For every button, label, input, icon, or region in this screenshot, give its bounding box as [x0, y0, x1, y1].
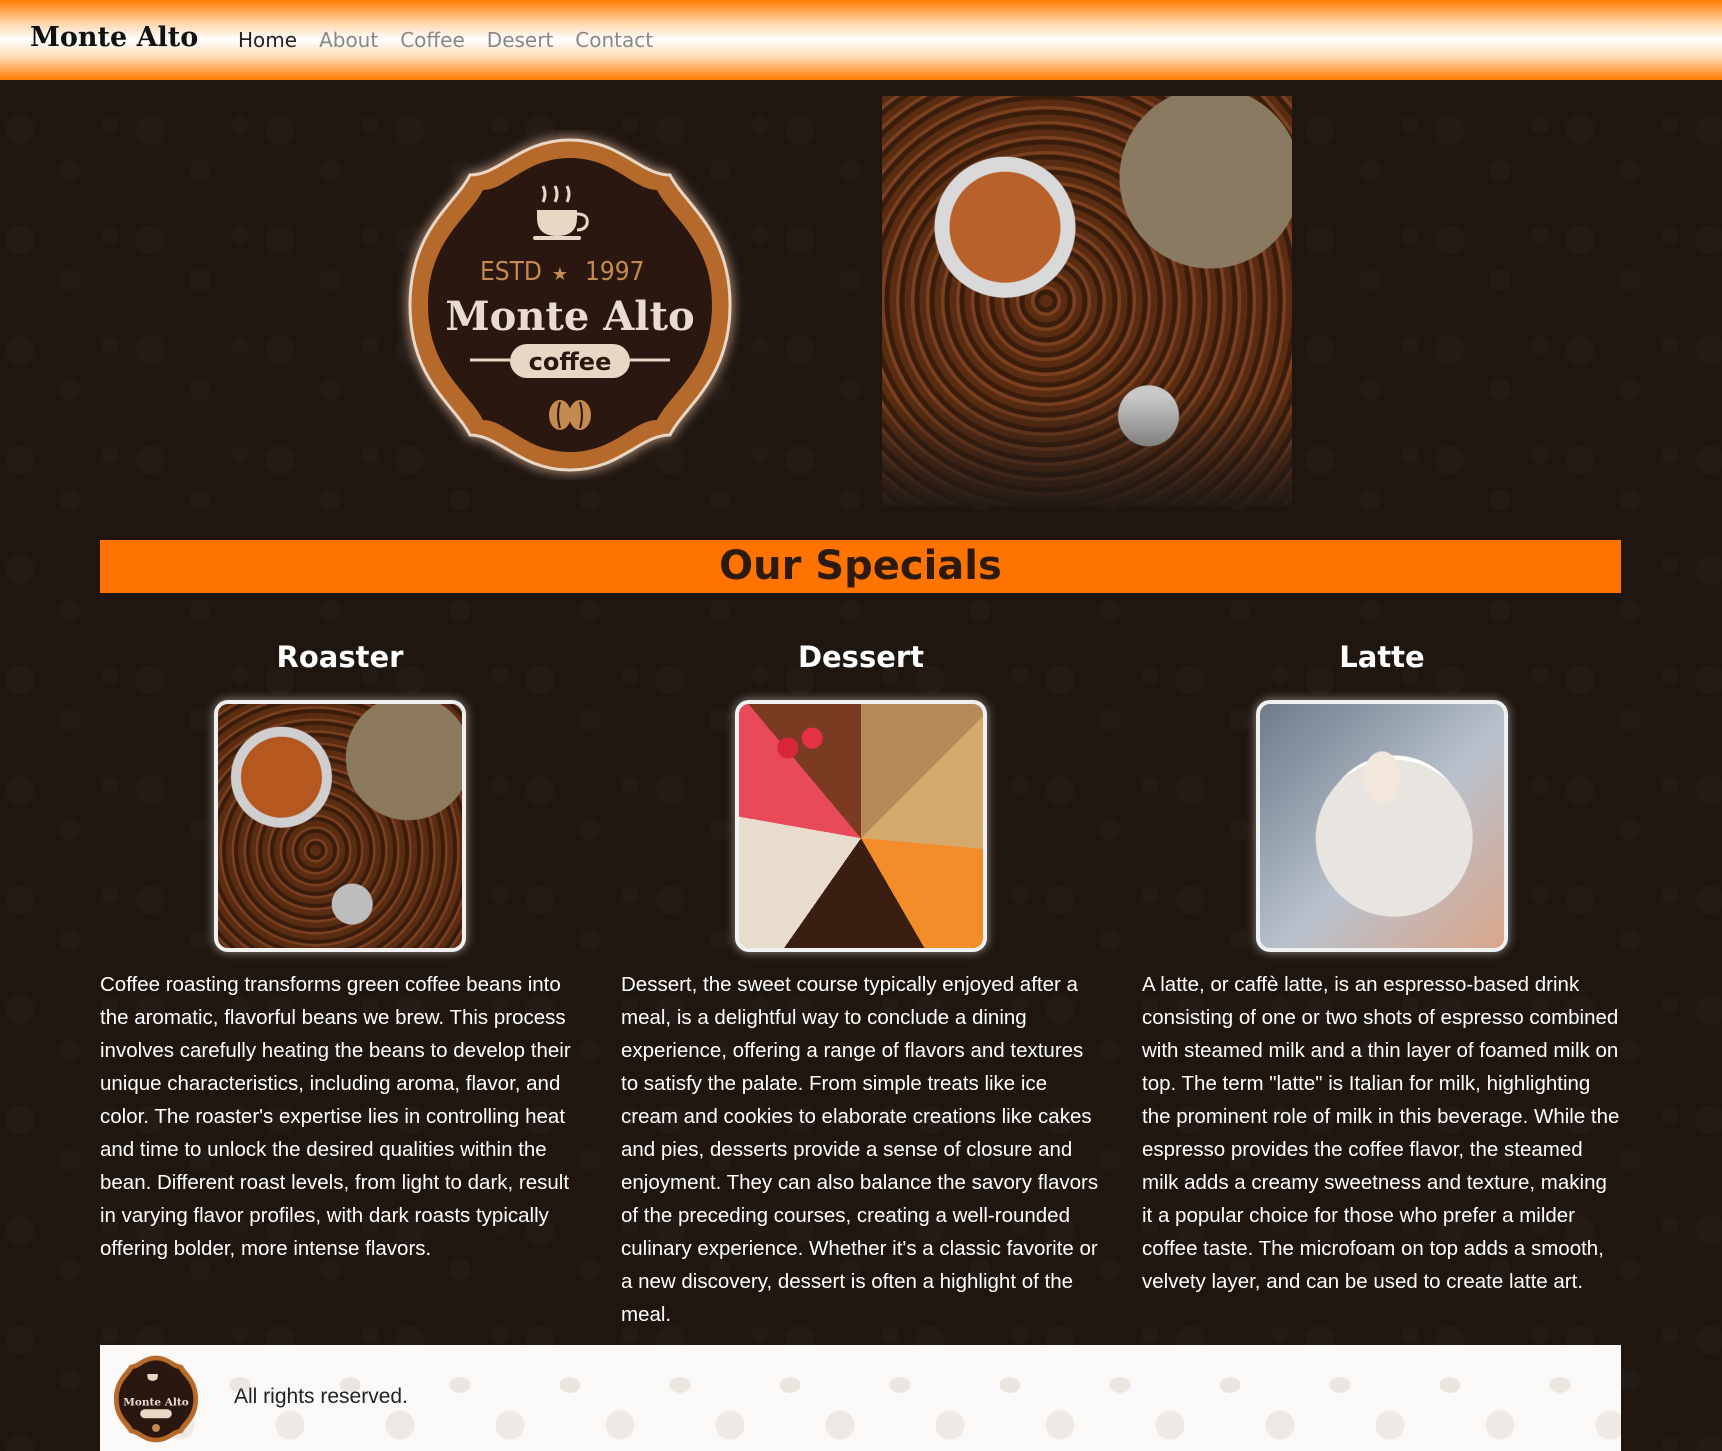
svg-text:★: ★	[552, 264, 568, 285]
special-card-latte: Latte A latte, or caffè latte, is an esp…	[1142, 640, 1622, 1298]
navbar-brand[interactable]: Monte Alto	[30, 22, 198, 53]
roaster-image	[214, 700, 466, 952]
svg-text:Monte Alto: Monte Alto	[123, 1397, 188, 1409]
card-title: Dessert	[797, 640, 925, 674]
monte-alto-logo-small-icon: Monte Alto	[113, 1355, 199, 1443]
specials-banner: Our Specials	[100, 540, 1621, 593]
specials-title: Our Specials	[719, 543, 1002, 589]
nav-link-coffee[interactable]: Coffee	[400, 28, 465, 52]
card-title: Latte	[1339, 640, 1425, 674]
special-card-dessert: Dessert Dessert, the sweet course typica…	[621, 640, 1101, 1331]
card-text: Coffee roasting transforms green coffee …	[100, 973, 571, 1260]
svg-text:1997: 1997	[585, 257, 645, 287]
hero-logo: ESTD ★ 1997 Monte Alto coffee	[395, 130, 745, 480]
svg-text:ESTD: ESTD	[480, 257, 542, 287]
nav-links: Home About Coffee Desert Contact	[238, 28, 675, 52]
footer: Monte Alto All rights reserved.	[100, 1345, 1621, 1451]
dessert-image	[735, 700, 987, 952]
card-title: Roaster	[276, 640, 404, 674]
card-text: Dessert, the sweet course typically enjo…	[621, 973, 1099, 1326]
hero-coffee-photo	[882, 96, 1292, 506]
navbar: Monte Alto Home About Coffee Desert Cont…	[0, 0, 1722, 80]
nav-link-about[interactable]: About	[319, 28, 378, 52]
nav-link-desert[interactable]: Desert	[487, 28, 554, 52]
svg-text:Monte Alto: Monte Alto	[445, 293, 694, 340]
nav-link-home[interactable]: Home	[238, 28, 297, 52]
latte-image	[1256, 700, 1508, 952]
footer-copyright: All rights reserved.	[234, 1385, 408, 1408]
special-card-roaster: Roaster Coffee roasting transforms green…	[100, 640, 580, 1265]
footer-logo: Monte Alto	[110, 1353, 202, 1445]
monte-alto-logo-icon: ESTD ★ 1997 Monte Alto coffee	[408, 138, 732, 472]
card-text: A latte, or caffè latte, is an espresso-…	[1142, 973, 1620, 1293]
nav-link-contact[interactable]: Contact	[575, 28, 653, 52]
svg-text:coffee: coffee	[529, 348, 612, 376]
